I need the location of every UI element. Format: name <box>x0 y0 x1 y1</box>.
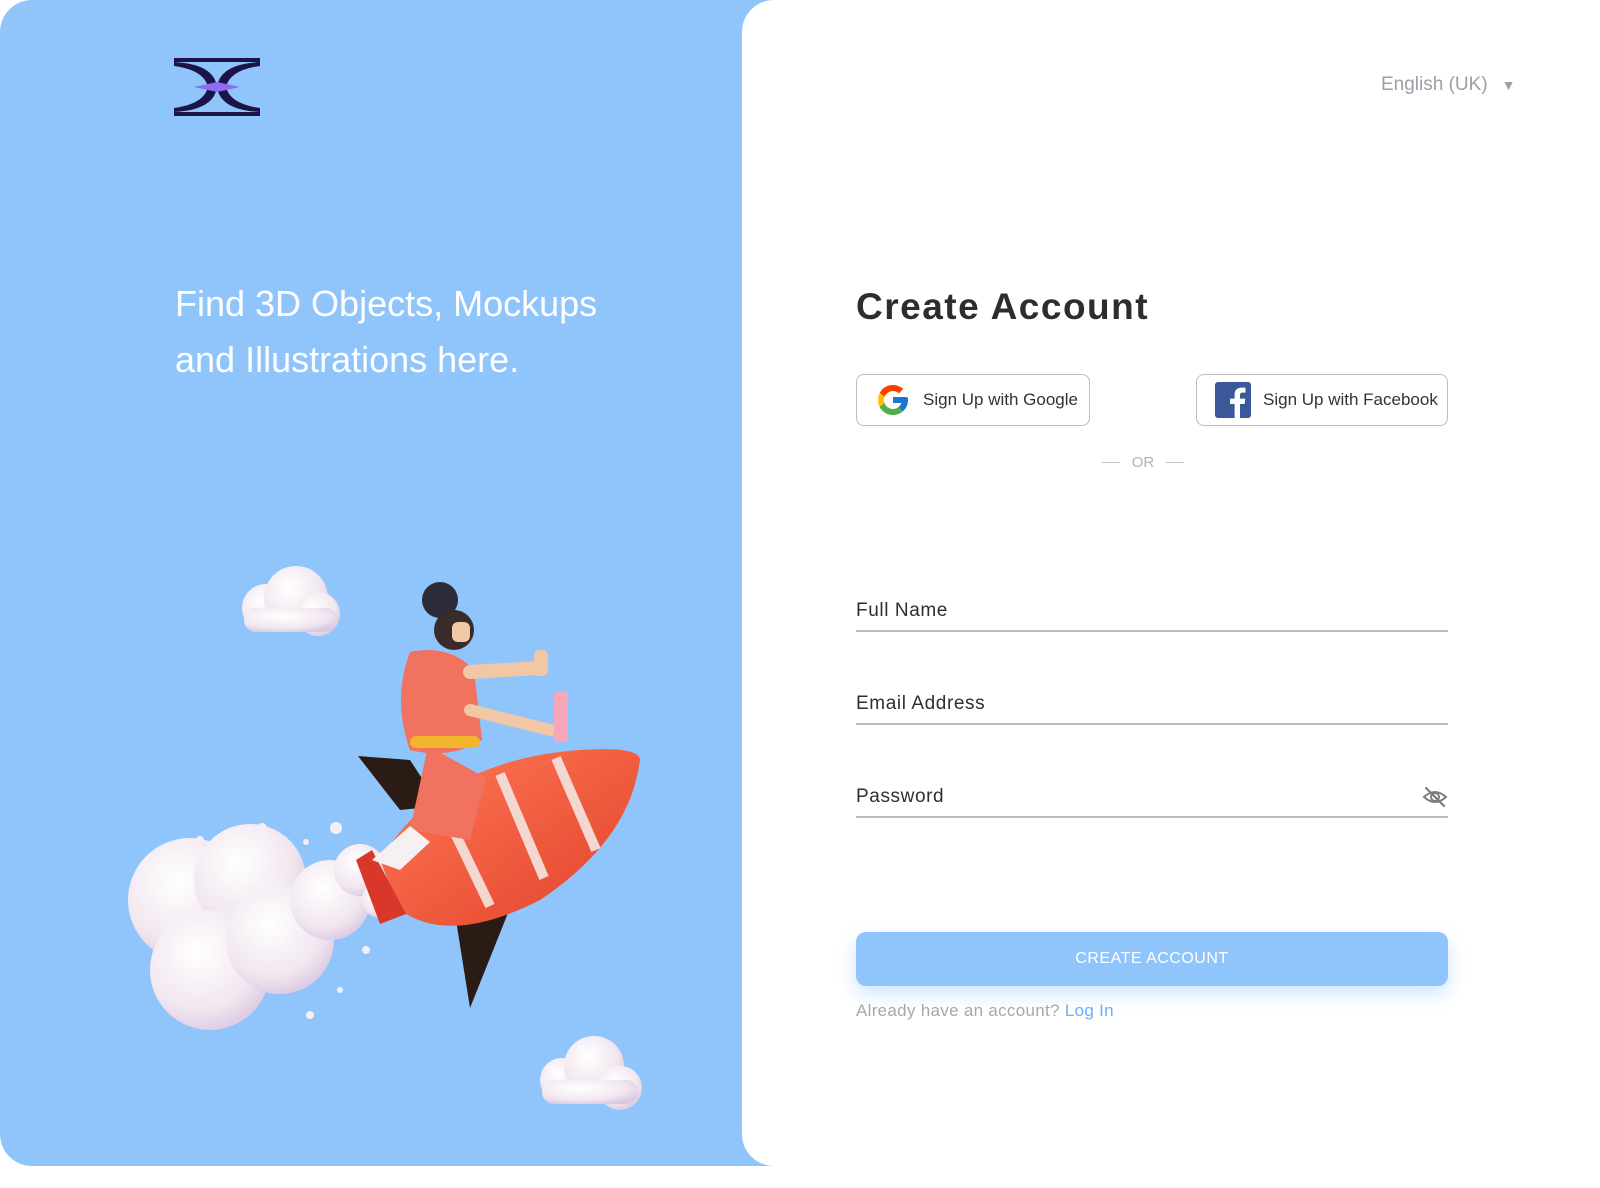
password-input[interactable] <box>856 778 1448 816</box>
google-signup-button[interactable]: Sign Up with Google <box>856 374 1090 426</box>
hero-tagline: Find 3D Objects, Mockups and Illustratio… <box>175 276 675 388</box>
login-prompt-text: Already have an account? <box>856 1001 1060 1020</box>
create-account-button[interactable]: CREATE ACCOUNT <box>856 932 1448 986</box>
chevron-down-icon: ▼ <box>1501 77 1516 93</box>
language-selector[interactable]: English (UK) ▼ <box>1381 74 1516 96</box>
divider-label: OR <box>1131 454 1155 471</box>
hero-panel: Find 3D Objects, Mockups and Illustratio… <box>0 0 800 1166</box>
exhaust-cloud <box>128 822 398 1030</box>
tagline-line-2: and Illustrations here. <box>175 339 520 380</box>
logo-icon <box>174 58 260 116</box>
or-divider: OR <box>1100 454 1186 471</box>
page-title: Create Account <box>856 286 1150 327</box>
language-label: English (UK) <box>1381 74 1488 95</box>
facebook-icon <box>1215 382 1251 418</box>
small-cloud-bottom <box>540 1036 642 1110</box>
full-name-field[interactable]: Full Name <box>856 592 1448 632</box>
google-button-label: Sign Up with Google <box>923 390 1078 409</box>
password-field[interactable]: Password <box>856 778 1448 818</box>
tagline-line-1: Find 3D Objects, Mockups <box>175 283 598 324</box>
form-panel <box>742 0 1580 1166</box>
login-prompt: Already have an account? Log In <box>856 1001 1114 1021</box>
divider-line-right <box>1166 461 1185 464</box>
email-input[interactable] <box>856 685 1448 723</box>
rocket-illustration <box>128 566 642 1110</box>
signup-card: Find 3D Objects, Mockups and Illustratio… <box>0 0 1580 1166</box>
email-field[interactable]: Email Address <box>856 685 1448 725</box>
login-link[interactable]: Log In <box>1065 1001 1114 1020</box>
rocket <box>356 749 640 1008</box>
eye-off-icon[interactable] <box>1422 786 1448 808</box>
google-icon <box>878 385 908 415</box>
facebook-button-label: Sign Up with Facebook <box>1263 390 1438 409</box>
full-name-input[interactable] <box>856 592 1448 630</box>
facebook-signup-button[interactable]: Sign Up with Facebook <box>1196 374 1448 426</box>
divider-line-left <box>1101 461 1120 464</box>
small-cloud-top <box>242 566 340 636</box>
